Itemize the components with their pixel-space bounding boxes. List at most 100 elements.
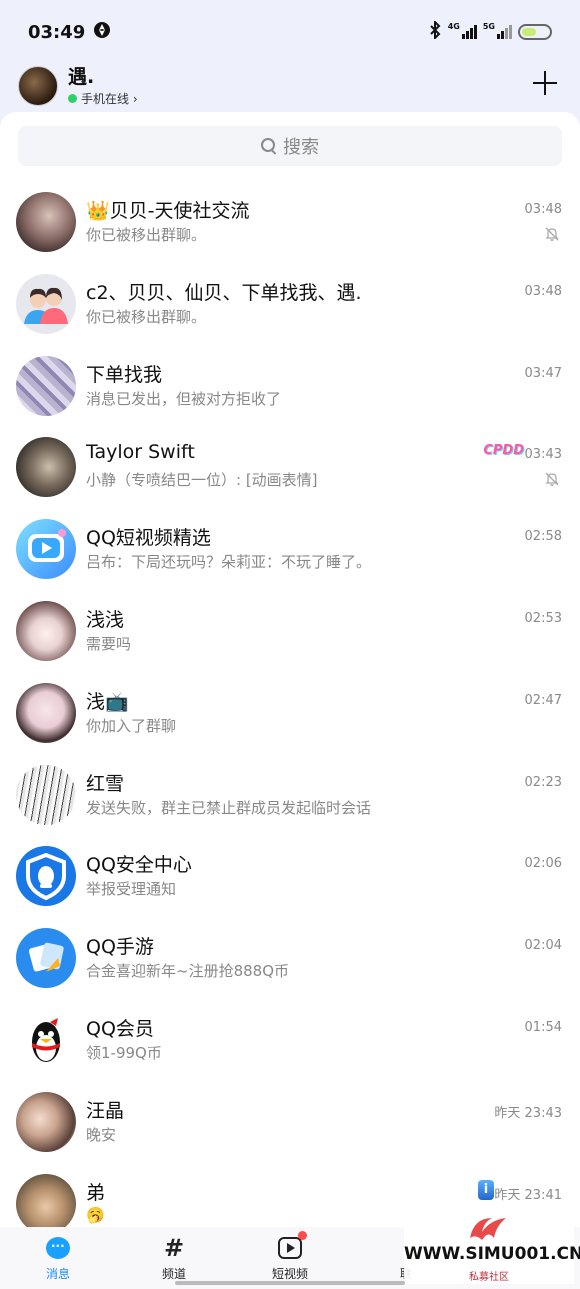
- chat-title: 汪晶: [86, 1099, 125, 1122]
- search-placeholder: 搜索: [283, 137, 319, 158]
- list-item[interactable]: c2、贝贝、仙贝、下单找我、遇. 你已被移出群聊。 03:48: [0, 264, 580, 346]
- chat-title: 下单找我: [86, 363, 163, 386]
- list-item[interactable]: QQ手游 合金喜迎新年~注册抢888Q币 02:04: [0, 918, 580, 1000]
- tab-channels[interactable]: # 频道: [116, 1227, 232, 1289]
- chat-preview: 发送失败，群主已禁止群成员发起临时会话: [86, 798, 372, 817]
- home-indicator[interactable]: [175, 1281, 405, 1285]
- chat-title: QQ手游: [86, 936, 154, 959]
- chat-title: 红雪: [86, 772, 125, 795]
- chat-preview: 举报受理通知: [86, 880, 177, 899]
- chat-time: 02:23: [524, 774, 562, 790]
- girl-cat-avatar: [16, 1091, 76, 1152]
- plaid-skirt-avatar: [16, 355, 76, 416]
- chat-preview: 你加入了群聊: [86, 716, 177, 735]
- chat-title: 浅📺: [86, 690, 129, 713]
- list-item[interactable]: 下单找我 消息已发出，但被对方拒收了 03:47: [0, 346, 580, 428]
- tab-label: 短视频: [271, 1266, 308, 1281]
- chat-time: 02:58: [524, 529, 562, 545]
- net-label-2: 5G: [482, 22, 495, 31]
- location-icon: [93, 21, 111, 43]
- tab-messages[interactable]: 消息: [0, 1227, 116, 1289]
- mute-bell-icon: [544, 226, 560, 242]
- chat-preview: 合金喜迎新年~注册抢888Q币: [86, 962, 290, 981]
- video-icon: [277, 1230, 307, 1261]
- chat-time: 03:48: [524, 202, 562, 217]
- chat-time: 01:54: [524, 1019, 562, 1035]
- chat-title: QQ会员: [86, 1017, 154, 1040]
- list-item[interactable]: 浅📺 你加入了群聊 02:47: [0, 673, 580, 755]
- user-name[interactable]: 遇.: [68, 66, 138, 88]
- message-icon: [45, 1235, 71, 1261]
- status-bar: 03:49 4G 5G: [0, 0, 580, 64]
- group-avatar: [16, 273, 76, 334]
- chat-title: Taylor Swift: [86, 441, 195, 464]
- ink-drawing-avatar: [16, 764, 76, 825]
- chat-time: 02:53: [524, 610, 562, 626]
- notification-dot: [298, 1230, 307, 1240]
- list-item[interactable]: 浅浅 需要吗 02:53: [0, 591, 580, 673]
- chat-preview: 吕布：下局还玩吗？朵莉亚：不玩了睡了。: [86, 553, 372, 572]
- penguin-icon: [16, 1009, 76, 1070]
- list-item[interactable]: Taylor Swift 小静（专喷结巴一位）: [动画表情] CPDD 03:…: [0, 427, 580, 509]
- chat-preview: 领1-99Q币: [86, 1043, 162, 1062]
- list-item[interactable]: 汪晶 晚安 昨天 23:43: [0, 1082, 580, 1164]
- chat-title: 浅浅: [86, 608, 125, 631]
- chat-list: 👑贝贝-天使社交流 你已被移出群聊。 03:48 c2、贝贝、仙贝、下单找我、遇…: [0, 182, 580, 1245]
- cpdd-badge: CPDD: [483, 443, 524, 459]
- mute-bell-icon: [544, 471, 560, 487]
- anime-girl-avatar: [16, 600, 76, 661]
- watermark-subtext: 私募社区: [469, 1272, 509, 1283]
- message-sheet: 搜索 👑贝贝-天使社交流 你已被移出群聊。 03:48 c2、贝贝、仙贝、下单找…: [0, 112, 580, 1234]
- battery-icon: [518, 24, 552, 40]
- watermark-logo: [470, 1218, 506, 1240]
- list-item[interactable]: QQ会员 领1-99Q币 01:54: [0, 1000, 580, 1082]
- net-label-1: 4G: [447, 22, 460, 31]
- chat-time: 02:47: [524, 692, 562, 708]
- search-icon: [261, 138, 277, 154]
- tab-label: 消息: [45, 1266, 70, 1281]
- list-item[interactable]: 红雪 发送失败，群主已禁止群成员发起临时会话 02:23: [0, 755, 580, 837]
- chat-preview: 🥱: [86, 1205, 105, 1224]
- hash-icon: #: [163, 1233, 185, 1262]
- chat-title: 弟: [86, 1181, 106, 1204]
- list-item[interactable]: QQ安全中心 举报受理通知 02:06: [0, 836, 580, 918]
- security-shield-icon: [16, 846, 76, 907]
- bluetooth-icon: [428, 19, 442, 43]
- chat-title: c2、贝贝、仙贝、下单找我、遇.: [86, 281, 362, 304]
- online-status-label: 手机在线 ›: [81, 91, 138, 106]
- chat-time: 03:47: [524, 365, 562, 381]
- chat-preview: 晚安: [86, 1125, 117, 1144]
- search-input[interactable]: 搜索: [18, 126, 562, 166]
- chat-time: 03:43: [524, 447, 562, 463]
- chat-title: 👑贝贝-天使社交流: [86, 200, 250, 222]
- chat-preview: 你已被移出群聊。: [86, 226, 207, 244]
- chat-title: QQ短视频精选: [86, 527, 211, 550]
- kitten-avatar: [16, 1173, 76, 1234]
- tab-short-video[interactable]: 短视频: [232, 1227, 348, 1289]
- girl-photo-avatar: [16, 682, 76, 743]
- watermark: WWW.SIMU001.CN 私募社区: [404, 1208, 580, 1284]
- video-app-icon: [16, 519, 76, 580]
- chat-preview: 需要吗: [86, 634, 132, 653]
- portrait-avatar: [16, 437, 76, 498]
- chat-preview: 消息已发出，但被对方拒收了: [86, 389, 282, 408]
- chat-time: 02:06: [524, 856, 562, 872]
- signal-4g-icon: 4G: [447, 22, 477, 39]
- chat-time: 昨天 23:41: [494, 1187, 562, 1203]
- chat-preview: 你已被移出群聊。: [86, 307, 207, 326]
- plus-icon[interactable]: [530, 68, 560, 98]
- info-badge-icon: i: [478, 1179, 494, 1200]
- tab-label: 频道: [161, 1266, 186, 1281]
- chat-time: 02:04: [524, 938, 562, 954]
- signal-5g-icon: 5G: [482, 22, 512, 39]
- status-time: 03:49: [28, 21, 86, 43]
- list-item[interactable]: 👑贝贝-天使社交流 你已被移出群聊。 03:48: [0, 182, 580, 264]
- woman-photo-avatar: [16, 192, 76, 252]
- list-item[interactable]: QQ短视频精选 吕布：下局还玩吗？朵莉亚：不玩了睡了。 02:58: [0, 509, 580, 591]
- avatar[interactable]: [18, 66, 58, 106]
- chat-preview: 小静（专喷结巴一位）: [动画表情]: [86, 471, 318, 490]
- watermark-text: WWW.SIMU001.CN: [404, 1244, 580, 1264]
- online-status[interactable]: 手机在线 ›: [68, 90, 138, 107]
- chat-time: 昨天 23:43: [494, 1105, 562, 1121]
- top-header: 遇. 手机在线 ›: [0, 60, 580, 112]
